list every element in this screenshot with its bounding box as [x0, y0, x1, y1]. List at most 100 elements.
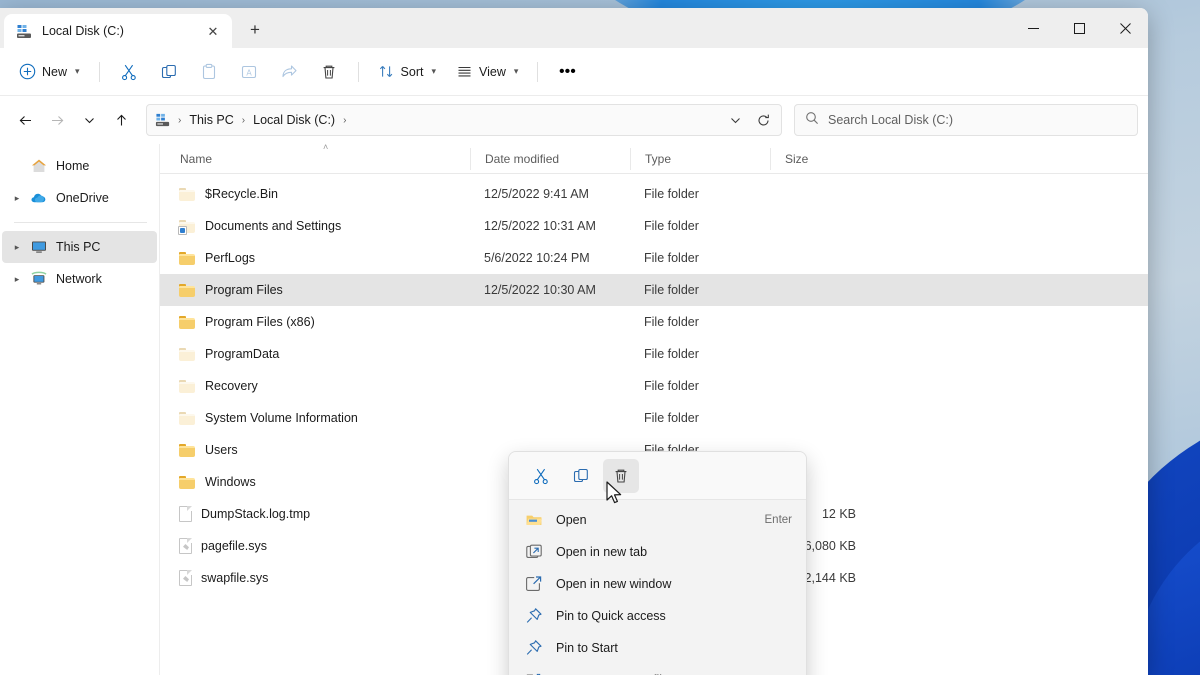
table-row[interactable]: Documents and Settings 12/5/2022 10:31 AM… — [160, 210, 1148, 242]
file-date-cell: 12/5/2022 10:31 AM — [484, 219, 596, 233]
scissors-icon — [534, 468, 548, 484]
up-button[interactable] — [106, 105, 136, 135]
table-row[interactable]: Recovery File folder — [160, 370, 1148, 402]
view-icon — [458, 66, 471, 77]
folder-icon — [179, 443, 196, 458]
tab-local-disk-c[interactable]: Local Disk (C:) ✕ — [4, 14, 232, 48]
share-button[interactable] — [270, 55, 308, 89]
new-button[interactable]: New ▾ — [10, 55, 89, 89]
table-row[interactable]: $Recycle.Bin 12/5/2022 9:41 AM File folder — [160, 178, 1148, 210]
context-menu-item[interactable]: Open Enter — [509, 504, 806, 536]
breadcrumb-separator: › — [241, 114, 246, 126]
sidebar-item-label: Home — [56, 159, 90, 173]
context-menu-item-accelerator: Enter — [764, 514, 793, 526]
context-menu-items: Open Enter Open in new tab Open in new wind… — [509, 500, 806, 675]
table-row[interactable]: System Volume Information File folder — [160, 402, 1148, 434]
file-name-cell: Documents and Settings — [160, 219, 470, 235]
file-name-label: DumpStack.log.tmp — [201, 507, 311, 521]
context-menu-item[interactable]: Open in new tab — [509, 536, 806, 568]
sidebar-item-network[interactable]: ▸ Network — [2, 263, 157, 295]
tab-title: Local Disk (C:) — [42, 24, 124, 38]
cut-button[interactable] — [110, 55, 148, 89]
close-tab-icon[interactable]: ✕ — [202, 20, 224, 42]
column-header-name[interactable]: Name — [160, 148, 470, 170]
file-type-cell: File folder — [644, 283, 699, 297]
column-header-size[interactable]: Size — [770, 147, 870, 170]
network-icon — [30, 270, 48, 288]
refresh-button[interactable] — [749, 106, 777, 134]
context-menu-toolbar — [509, 452, 806, 500]
context-menu-item-label: Pin to Start — [556, 641, 618, 655]
close-button[interactable] — [1102, 8, 1148, 48]
file-name-cell: pagefile.sys — [160, 538, 470, 554]
new-tab-button[interactable]: + — [240, 15, 270, 45]
folder-icon-hidden — [179, 411, 196, 426]
table-row[interactable]: Program Files (x86) File folder — [160, 306, 1148, 338]
view-button[interactable]: View ▾ — [447, 55, 527, 89]
context-menu-item[interactable]: Pin to Quick access — [509, 600, 806, 632]
sidebar-item-label: This PC — [56, 240, 101, 254]
context-menu-item[interactable]: Compress to ZIP file — [509, 664, 806, 675]
file-name-label: PerfLogs — [205, 251, 256, 265]
sidebar-item-this-pc[interactable]: ▸ This PC — [2, 231, 157, 263]
context-menu-item[interactable]: Open in new window — [509, 568, 806, 600]
context-menu-item-label: Open in new tab — [556, 545, 648, 559]
file-name-cell: ProgramData — [160, 347, 470, 362]
file-date-cell: 5/6/2022 10:24 PM — [484, 251, 590, 265]
file-name-label: Program Files — [205, 283, 283, 297]
maximize-button[interactable] — [1056, 8, 1102, 48]
expander-icon[interactable]: ▸ — [8, 242, 26, 253]
context-delete-button[interactable] — [603, 458, 639, 493]
expander-icon[interactable]: ▸ — [8, 193, 26, 204]
back-button[interactable] — [10, 105, 40, 135]
more-options-button[interactable]: ••• — [548, 55, 586, 89]
file-date-cell: 12/5/2022 10:30 AM — [484, 283, 596, 297]
file-list-pane: ˄ Name Date modified Type Size $Recycle.… — [160, 142, 1148, 675]
delete-button[interactable] — [310, 55, 348, 89]
plus-circle-icon — [19, 63, 36, 80]
folder-icon — [179, 283, 196, 298]
table-row[interactable]: ProgramData File folder — [160, 338, 1148, 370]
sidebar-item-onedrive[interactable]: ▸ OneDrive — [2, 182, 157, 214]
breadcrumb-separator: › — [178, 114, 182, 126]
document-icon — [179, 506, 192, 522]
sort-button[interactable]: Sort ▾ — [369, 55, 445, 89]
search-box[interactable]: Search Local Disk (C:) — [794, 104, 1138, 136]
trash-icon — [323, 65, 334, 79]
file-type-cell: File folder — [644, 347, 699, 361]
new-window-icon — [525, 575, 543, 593]
recent-locations-button[interactable] — [74, 105, 104, 135]
pin-icon — [525, 607, 543, 625]
sidebar-item-label: Network — [56, 272, 102, 286]
copy-icon — [573, 468, 588, 482]
breadcrumb-this-pc[interactable]: This PC — [184, 111, 238, 129]
file-explorer-window: Local Disk (C:) ✕ + New ▾ A Sort ▾ View … — [0, 8, 1148, 675]
table-row[interactable]: Program Files 12/5/2022 10:30 AM File fold… — [160, 274, 1148, 306]
toolbar-divider-3 — [537, 61, 539, 82]
address-dropdown-button[interactable] — [721, 106, 749, 134]
rename-button[interactable]: A — [230, 55, 268, 89]
file-name-label: Users — [205, 443, 238, 457]
minimize-button[interactable] — [1010, 8, 1056, 48]
address-bar-row: › This PC › Local Disk (C:) › Search Loc… — [0, 96, 1148, 144]
search-input[interactable]: Search Local Disk (C:) — [828, 113, 953, 127]
context-cut-button[interactable] — [523, 459, 559, 493]
context-copy-button[interactable] — [563, 459, 599, 493]
file-name-label: Recovery — [205, 379, 258, 393]
sidebar-item-home[interactable]: Home — [2, 150, 157, 182]
column-header-date-modified[interactable]: Date modified — [470, 147, 630, 170]
expander-icon[interactable]: ▸ — [8, 274, 26, 285]
folder-icon — [179, 315, 196, 330]
paste-button[interactable] — [190, 55, 228, 89]
table-row[interactable]: PerfLogs 5/6/2022 10:24 PM File folder — [160, 242, 1148, 274]
sort-icon — [379, 66, 392, 77]
copy-button[interactable] — [150, 55, 188, 89]
drive-icon — [155, 112, 171, 128]
address-bar[interactable]: › This PC › Local Disk (C:) › — [146, 104, 782, 136]
context-menu-item[interactable]: Pin to Start — [509, 632, 806, 664]
breadcrumb-local-disk-c[interactable]: Local Disk (C:) — [248, 111, 340, 129]
file-name-label: swapfile.sys — [201, 571, 269, 585]
breadcrumb-separator: › — [343, 114, 347, 126]
forward-button[interactable] — [42, 105, 72, 135]
column-header-type[interactable]: Type — [630, 147, 770, 170]
